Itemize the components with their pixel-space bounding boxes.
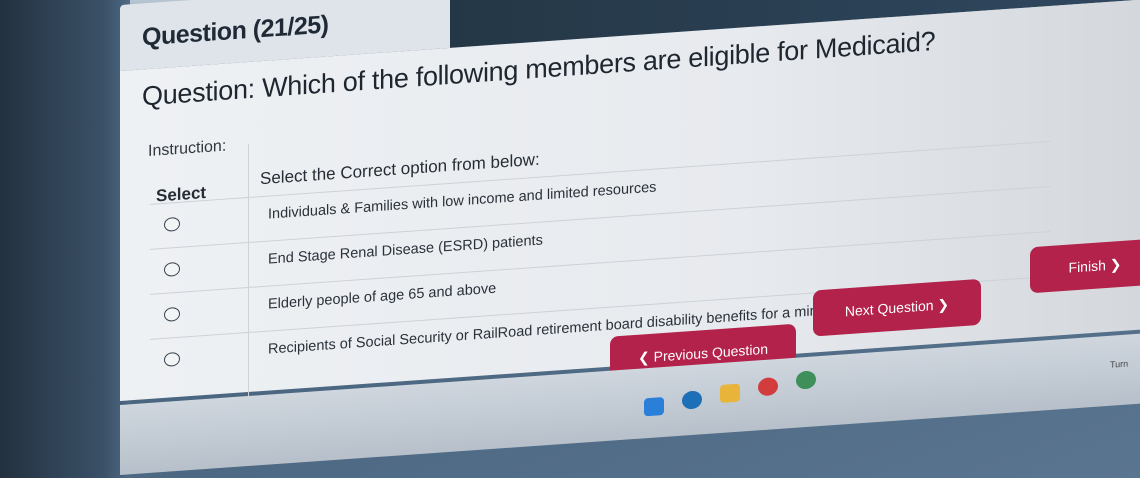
option-radio[interactable] bbox=[164, 306, 180, 322]
instruction-label: Instruction: bbox=[148, 137, 227, 161]
screen: Question (21/25) Question: Which of the … bbox=[120, 0, 1140, 475]
app-icon[interactable] bbox=[796, 370, 816, 390]
question-panel: Question: Which of the following members… bbox=[120, 0, 1140, 401]
taskbar-corner-text: Turn bbox=[1110, 358, 1129, 370]
option-radio[interactable] bbox=[164, 216, 180, 232]
file-explorer-icon[interactable] bbox=[720, 383, 740, 404]
next-question-button[interactable]: Next Question ❯ bbox=[813, 278, 981, 337]
chrome-icon[interactable] bbox=[758, 376, 778, 397]
option-radio[interactable] bbox=[164, 351, 180, 367]
option-radio[interactable] bbox=[164, 261, 180, 277]
option-label: Individuals & Families with low income a… bbox=[268, 179, 657, 223]
edge-icon[interactable] bbox=[682, 390, 702, 410]
option-label: End Stage Renal Disease (ESRD) patients bbox=[268, 232, 543, 268]
finish-button[interactable]: Finish ❯ bbox=[1030, 238, 1140, 294]
page-title: Question (21/25) bbox=[142, 10, 329, 52]
option-label: Elderly people of age 65 and above bbox=[268, 280, 497, 313]
monitor-bezel-left bbox=[0, 0, 130, 478]
windows-icon[interactable] bbox=[644, 396, 664, 417]
